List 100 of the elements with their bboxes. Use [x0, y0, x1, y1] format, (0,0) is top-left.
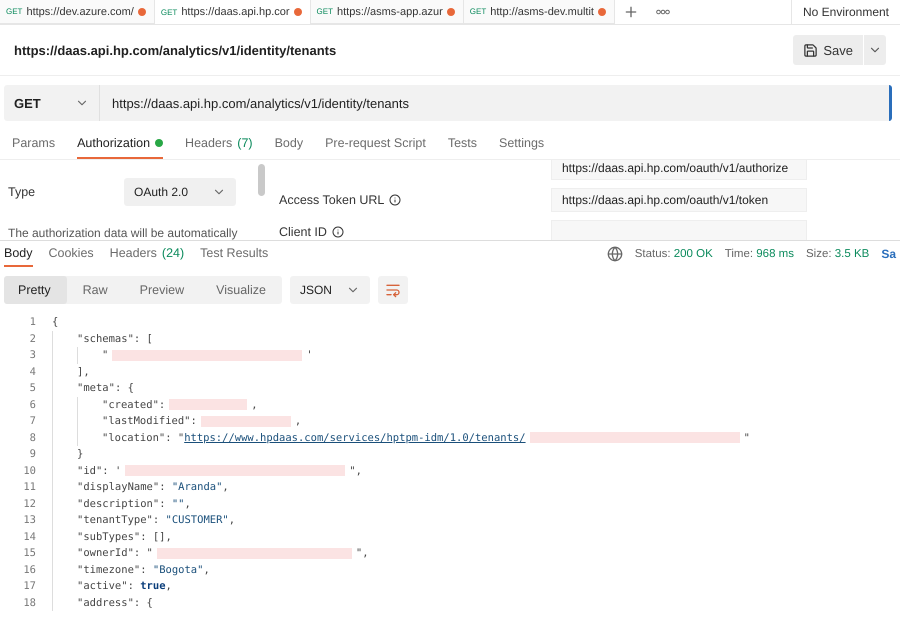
save-options-button[interactable]: [864, 35, 886, 65]
request-settings-tab[interactable]: Body: [274, 129, 304, 159]
save-button[interactable]: Save: [793, 35, 863, 65]
code-token: "address": [77, 596, 134, 609]
code-token: :: [128, 580, 135, 592]
code-token: : {: [134, 596, 153, 609]
tab-url: https://dev.azure.com/: [26, 6, 134, 18]
code-token: "timezone": [77, 564, 140, 576]
line-number: 10: [22, 464, 37, 477]
code-token: "active": [77, 580, 128, 592]
code-token: true: [140, 580, 166, 592]
code-token: ",: [349, 464, 362, 477]
code-token: "location": [102, 432, 166, 444]
view-mode-tab[interactable]: Visualize: [200, 276, 282, 304]
field-label: Client ID: [279, 225, 327, 239]
request-tab[interactable]: GET http://asms-dev.multit: [464, 0, 615, 24]
method-label: GET: [6, 7, 22, 16]
code-token: "lastModified": [102, 415, 191, 428]
code-token: :: [152, 514, 160, 526]
request-settings-tab[interactable]: Authorization: [77, 129, 164, 159]
save-response-link[interactable]: Sa: [881, 247, 896, 261]
line-number: 7: [28, 415, 37, 428]
code-link[interactable]: https://www.hpdaas.com/services/hptpm-idm/1.0/tenants/: [184, 432, 526, 444]
code-token: ': [306, 349, 313, 362]
code-token: ,: [228, 514, 236, 526]
code-token: "meta": [77, 382, 115, 394]
text-field[interactable]: [551, 220, 807, 240]
tab-url: https://asms-app.azur: [337, 6, 443, 18]
code-token: "": [172, 498, 184, 510]
method-label: GET: [316, 7, 333, 16]
text-field[interactable]: https://daas.api.hp.com/oauth/v1/token: [551, 188, 807, 212]
method-dropdown[interactable]: GET: [4, 85, 100, 121]
code-token: ,: [294, 415, 302, 428]
request-settings-tab[interactable]: Pre-request Script: [325, 129, 426, 159]
code-token: :: [159, 498, 167, 510]
wrap-text-icon: [384, 282, 401, 298]
code-token: }: [77, 448, 84, 460]
field-label: Access Token URL: [279, 193, 384, 207]
code-token: : ": [134, 547, 153, 560]
line-number: 1: [28, 316, 37, 328]
line-number: 14: [22, 530, 37, 543]
line-number: 6: [28, 398, 37, 411]
code-token: "Aranda": [172, 481, 222, 494]
code-token: ],: [77, 366, 90, 378]
globe-icon[interactable]: [606, 246, 623, 262]
tab-url: https://daas.api.hp.cor: [181, 6, 290, 18]
environment-selector[interactable]: No Environment: [791, 0, 900, 24]
code-token: "ownerId": [77, 547, 134, 560]
line-number: 12: [22, 498, 37, 510]
line-number: 9: [28, 448, 37, 460]
code-token: ,: [251, 398, 258, 411]
code-token: "displayName": [77, 481, 160, 494]
response-tab[interactable]: Test Results: [200, 241, 268, 267]
code-token: :: [158, 398, 166, 411]
code-token: : [],: [140, 530, 172, 543]
request-title: https://daas.api.hp.com/analytics/v1/identity/tenants: [14, 42, 336, 58]
view-mode-tab[interactable]: Raw: [66, 276, 124, 304]
code-token: : ": [165, 432, 184, 444]
format-dropdown[interactable]: JSON: [290, 276, 370, 304]
request-tab[interactable]: GET https://asms-app.azur: [310, 0, 464, 24]
code-token: "tenantType": [77, 514, 153, 526]
code-token: : {: [114, 382, 134, 394]
code-token: "schemas": [77, 332, 134, 345]
save-icon: [803, 42, 818, 58]
code-token: ,: [222, 481, 229, 494]
line-number: 16: [22, 564, 37, 576]
code-token: ": [744, 432, 750, 444]
status-item: Status: 200 OK: [634, 248, 713, 260]
view-mode-tab[interactable]: Preview: [124, 276, 200, 304]
code-token: ": [102, 349, 108, 362]
text-field[interactable]: https://daas.api.hp.com/oauth/v1/authorize: [551, 160, 807, 180]
line-number: 4: [28, 366, 37, 378]
line-number: 17: [22, 580, 37, 592]
request-tab[interactable]: GET https://dev.azure.com/: [0, 0, 155, 24]
request-settings-tab[interactable]: Settings: [499, 129, 544, 159]
info-icon[interactable]: [389, 194, 402, 206]
response-tab[interactable]: Cookies: [48, 241, 94, 267]
request-settings-tab[interactable]: Headers (7): [185, 129, 253, 159]
request-settings-tab[interactable]: Params: [12, 129, 56, 159]
info-icon[interactable]: [332, 226, 344, 238]
line-number: 2: [28, 332, 37, 345]
wrap-lines-button[interactable]: [378, 276, 408, 304]
code-token: :: [190, 415, 197, 428]
line-number: 13: [22, 514, 37, 526]
method-label: GET: [470, 7, 486, 16]
line-number: 3: [28, 349, 37, 362]
url-field[interactable]: https://daas.api.hp.com/analytics/v1/identity/tenants: [100, 85, 889, 121]
view-mode-tab[interactable]: Pretty: [4, 276, 67, 304]
request-settings-tab[interactable]: Tests: [448, 129, 477, 159]
code-token: ,: [184, 498, 191, 510]
line-number: 15: [22, 547, 37, 560]
line-number: 18: [22, 596, 37, 609]
type-label: Type: [8, 185, 36, 199]
scrollbar-thumb[interactable]: [258, 164, 265, 196]
code-token: : [: [134, 332, 153, 345]
line-number: 5: [28, 382, 37, 394]
tab-url: http://asms-dev.multit: [490, 6, 594, 18]
response-tab[interactable]: Body: [4, 241, 32, 267]
auth-type-dropdown[interactable]: OAuth 2.0: [124, 178, 236, 206]
response-tab[interactable]: Headers (24): [110, 241, 184, 267]
